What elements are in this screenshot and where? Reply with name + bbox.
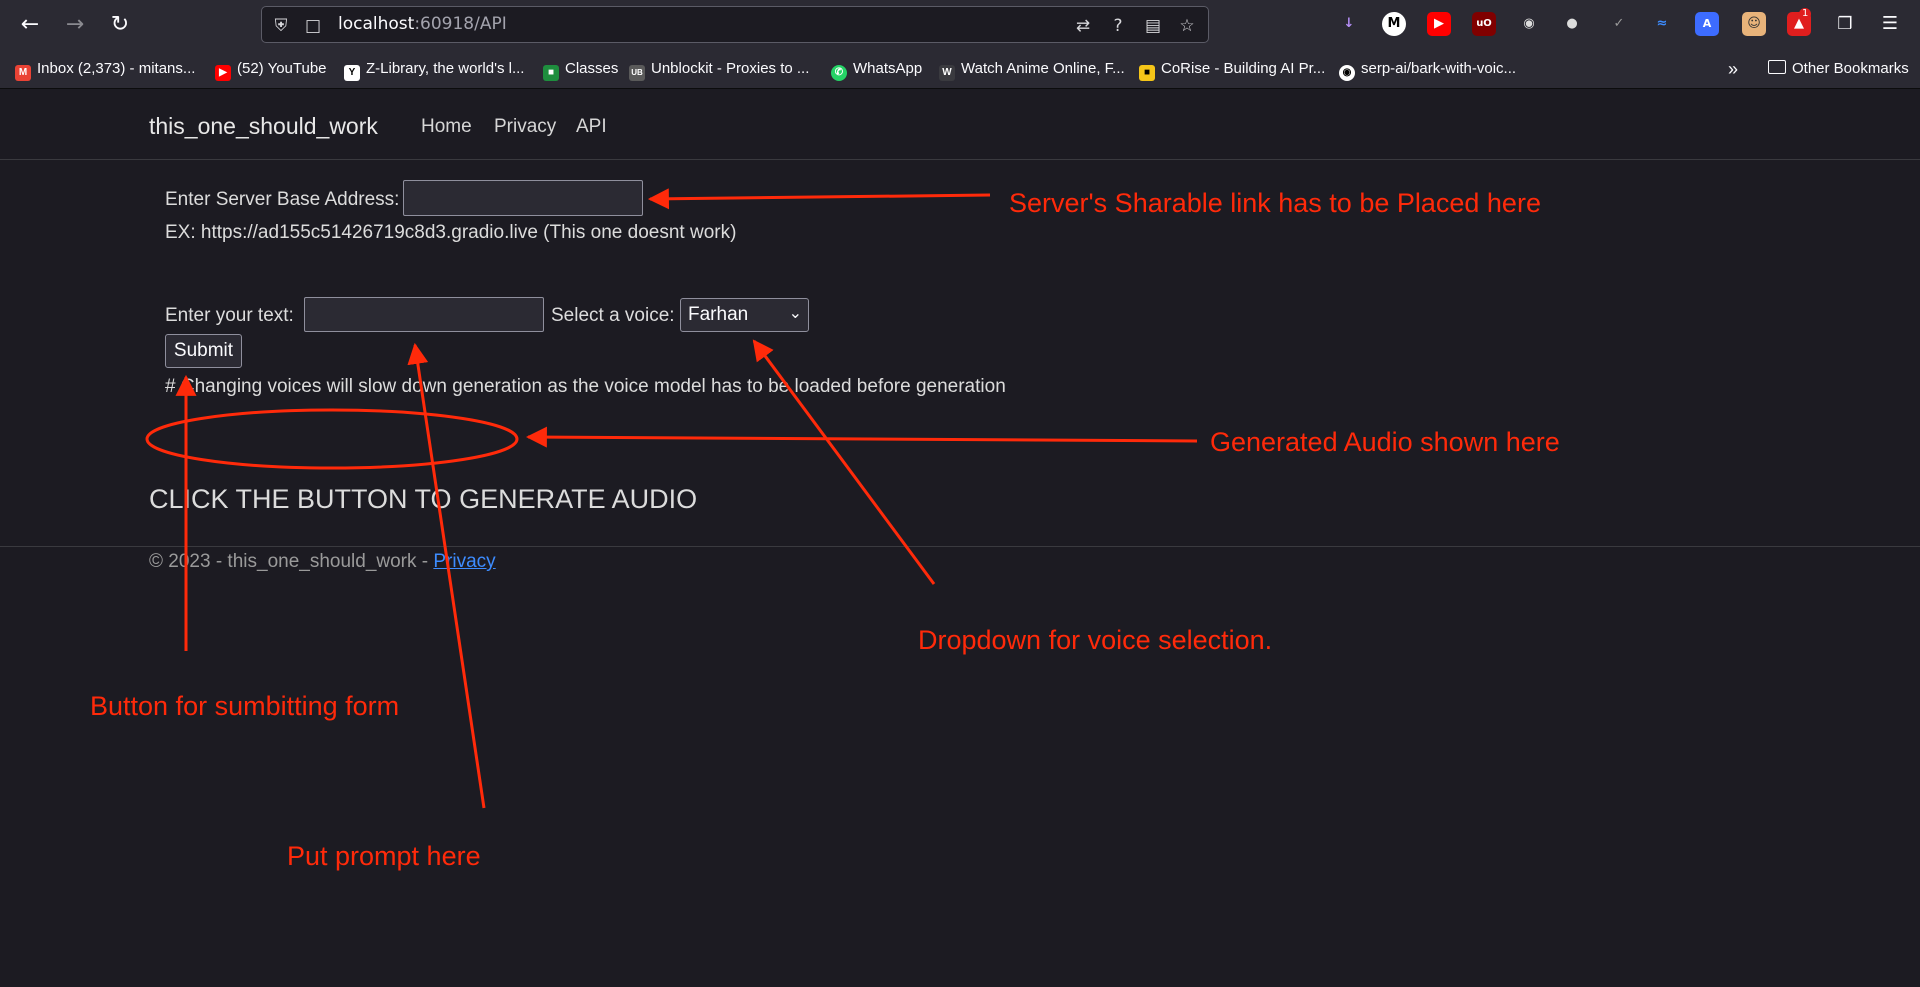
audio-area-ellipse xyxy=(145,408,519,470)
annotation-dropdown: Dropdown for voice selection. xyxy=(918,625,1273,655)
prompt-annotation-arrow xyxy=(407,342,486,809)
annotation-server-link: Server's Sharable link has to be Placed … xyxy=(1009,188,1541,218)
annotation-button: Button for sumbitting form xyxy=(90,691,400,721)
annotation-audio: Generated Audio shown here xyxy=(1210,427,1560,457)
audio-annotation-arrow xyxy=(525,426,1198,448)
annotation-arrows xyxy=(145,188,1198,809)
annotation-prompt: Put prompt here xyxy=(287,841,481,871)
server-annotation-arrow xyxy=(647,188,991,210)
dropdown-annotation-arrow xyxy=(752,339,936,585)
